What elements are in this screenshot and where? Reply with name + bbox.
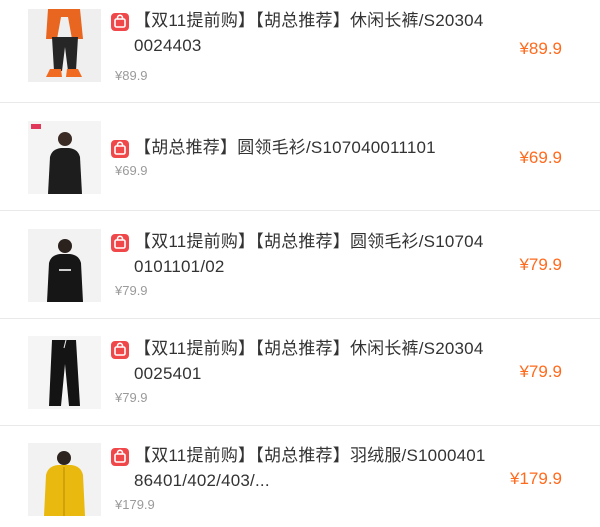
product-image[interactable]	[28, 9, 101, 82]
product-title[interactable]: 【双11提前购】【胡总推荐】圆领毛衫/S107040101101/02	[134, 229, 490, 279]
product-item[interactable]: 【胡总推荐】圆领毛衫/S107040011101 ¥69.9 ¥69.9	[0, 103, 600, 211]
product-title[interactable]: 【双11提前购】【胡总推荐】休闲长裤/S203040025401	[134, 336, 490, 386]
original-price: ¥79.9	[115, 283, 148, 298]
product-item[interactable]: 【双11提前购】【胡总推荐】休闲长裤/S203040025401 ¥79.9 ¥…	[0, 318, 600, 426]
product-price: ¥79.9	[519, 362, 562, 381]
product-item[interactable]: 【双11提前购】【胡总推荐】圆领毛衫/S107040101101/02 ¥79.…	[0, 211, 600, 319]
product-image[interactable]	[28, 443, 101, 516]
product-title[interactable]: 【双11提前购】【胡总推荐】羽绒服/S100040186401/402/403/…	[134, 443, 490, 493]
original-price: ¥179.9	[115, 497, 155, 512]
product-price: ¥89.9	[519, 39, 562, 58]
product-item[interactable]: 【双11提前购】【胡总推荐】羽绒服/S100040186401/402/403/…	[0, 425, 600, 527]
shop-bag-icon	[111, 448, 129, 466]
product-item[interactable]: 【双11提前购】【胡总推荐】休闲长裤/S203040024403 ¥89.9 ¥…	[0, 0, 600, 103]
product-list: 【双11提前购】【胡总推荐】休闲长裤/S203040024403 ¥89.9 ¥…	[0, 0, 600, 527]
shop-bag-icon	[111, 140, 129, 158]
product-price: ¥79.9	[519, 255, 562, 274]
product-image[interactable]	[28, 229, 101, 302]
product-price: ¥69.9	[519, 148, 562, 167]
product-image[interactable]	[28, 336, 101, 409]
shop-bag-icon	[111, 13, 129, 31]
shop-bag-icon	[111, 341, 129, 359]
original-price: ¥69.9	[115, 163, 148, 178]
product-image[interactable]	[28, 121, 101, 194]
original-price: ¥89.9	[115, 68, 148, 83]
product-price: ¥179.9	[510, 469, 562, 488]
product-title[interactable]: 【胡总推荐】圆领毛衫/S107040011101	[134, 135, 490, 160]
original-price: ¥79.9	[115, 390, 148, 405]
shop-bag-icon	[111, 234, 129, 252]
product-title[interactable]: 【双11提前购】【胡总推荐】休闲长裤/S203040024403	[134, 8, 490, 58]
